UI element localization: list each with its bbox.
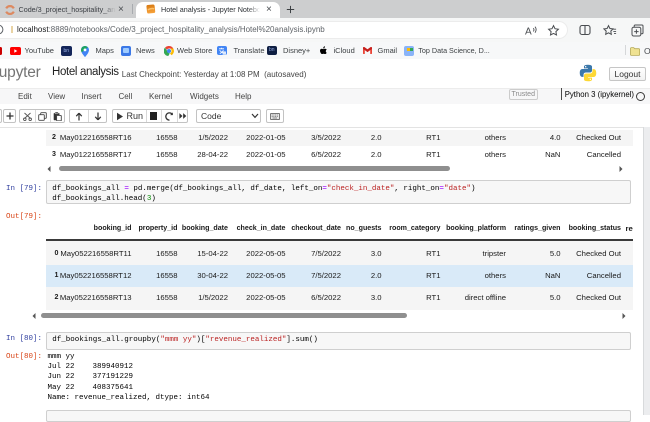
svg-text:A: A (525, 26, 532, 37)
